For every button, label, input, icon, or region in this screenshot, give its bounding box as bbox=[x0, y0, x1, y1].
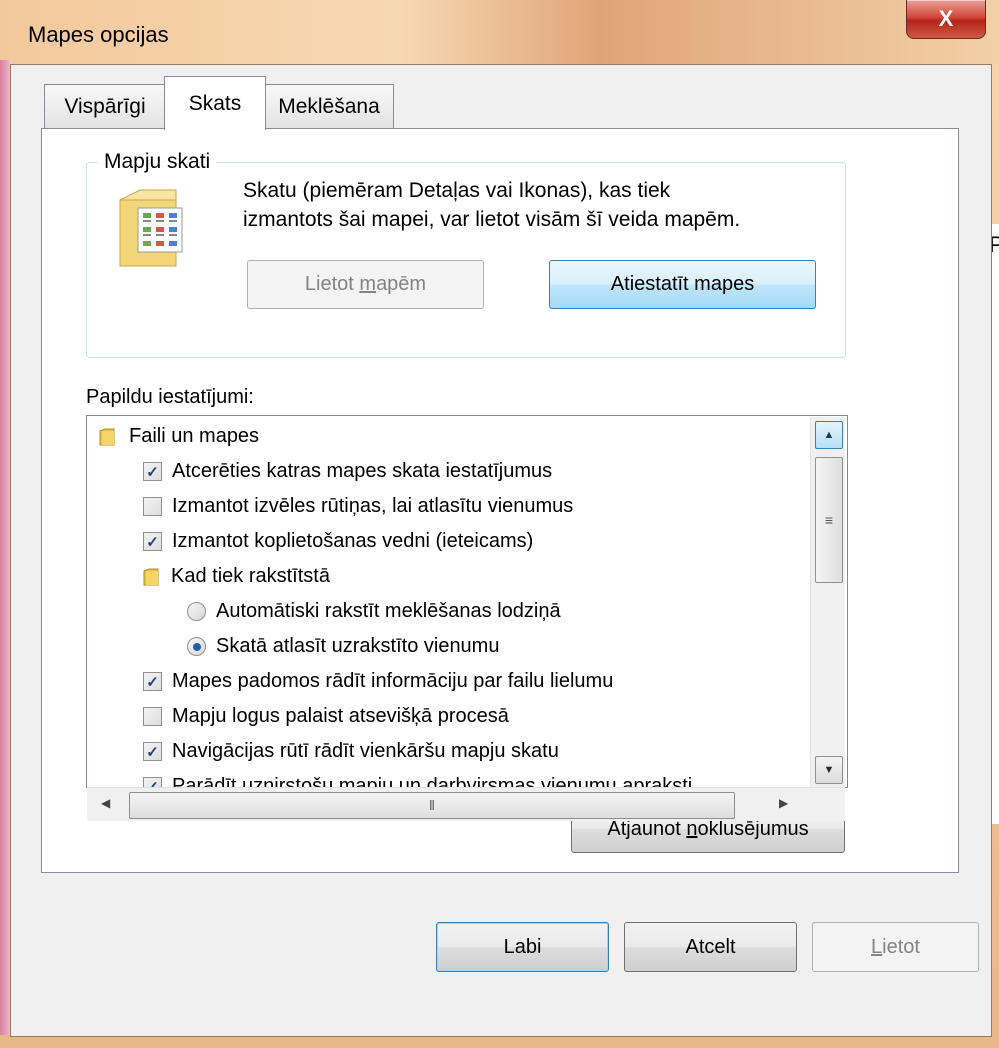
tree-item-label: Mapju logus palaist atsevišķā procesā bbox=[172, 705, 509, 727]
apply-to-folders-button[interactable]: Lietot m apēm bbox=[247, 260, 484, 309]
tree-item-label: Mapes padomos rādīt informāciju par fail… bbox=[172, 670, 614, 692]
vertical-scrollbar[interactable]: ▲ ≡ ▼ bbox=[810, 417, 845, 787]
button-label: Labi bbox=[503, 935, 542, 958]
tree-folder-typing[interactable]: Kad tiek rakstītstā bbox=[143, 559, 330, 594]
tree-item-label: Kad tiek rakstītstā bbox=[171, 565, 330, 587]
list-item[interactable]: Izmantot izvēles rūtiņas, lai atlasītu v… bbox=[143, 489, 573, 524]
tree-item-label: Automātiski rakstīt meklēšanas lodziņā bbox=[216, 600, 561, 622]
checkbox[interactable]: ✓ bbox=[143, 742, 162, 761]
tab-label: Meklēšana bbox=[278, 95, 380, 118]
cancel-button[interactable]: Atcelt bbox=[624, 922, 797, 972]
tree-item-label: Faili un mapes bbox=[129, 425, 260, 447]
checkbox[interactable] bbox=[143, 497, 162, 516]
folder-views-legend: Mapju skati bbox=[98, 150, 217, 174]
apply-button[interactable]: Lietot bbox=[812, 922, 979, 972]
list-item[interactable]: Automātiski rakstīt meklēšanas lodziņā bbox=[187, 594, 561, 629]
list-item[interactable]: ✓ Parādīt uznirstošu mapju un darbvirsma… bbox=[143, 769, 692, 787]
folder-views-description: Skatu (piemēram Detaļas vai Ikonas), kas… bbox=[243, 176, 740, 234]
advanced-settings-label: Papildu iestatījumi: bbox=[86, 386, 254, 408]
tree-folder-files-and-folders[interactable]: Faili un mapes bbox=[99, 419, 259, 454]
radio-button[interactable] bbox=[187, 637, 206, 656]
tab-label: Vispārīgi bbox=[64, 95, 146, 118]
checkbox[interactable]: ✓ bbox=[143, 462, 162, 481]
description-line: Skatu (piemēram Detaļas vai Ikonas), kas… bbox=[243, 179, 671, 202]
list-item[interactable]: Skatā atlasīt uzrakstīto vienumu bbox=[187, 629, 499, 664]
tab-label: Skats bbox=[188, 91, 242, 115]
list-item[interactable]: ✓ Izmantot koplietošanas vedni (ieteicam… bbox=[143, 524, 533, 559]
tab-search[interactable]: Meklēšana bbox=[264, 84, 394, 129]
advanced-settings-tree[interactable]: Faili un mapes ✓ Atcerēties katras mapes… bbox=[86, 415, 848, 788]
radio-button[interactable] bbox=[187, 602, 206, 621]
reset-folders-button[interactable]: Atiestatīt mapes bbox=[549, 260, 816, 309]
button-accel: m bbox=[359, 273, 377, 295]
button-label: Atcelt bbox=[685, 935, 736, 958]
checkbox[interactable] bbox=[143, 707, 162, 726]
button-accel: L bbox=[871, 935, 883, 958]
ok-button[interactable]: Labi bbox=[436, 922, 609, 972]
list-item[interactable]: ✓ Atcerēties katras mapes skata iestatīj… bbox=[143, 454, 552, 489]
scroll-down-button[interactable]: ▼ bbox=[815, 756, 843, 784]
checkbox[interactable]: ✓ bbox=[143, 532, 162, 551]
scroll-right-icon[interactable]: ▶ bbox=[779, 796, 788, 810]
radio-dot bbox=[192, 642, 201, 651]
window-title: Mapes opcijas bbox=[28, 22, 169, 47]
button-label-part: ietot bbox=[882, 935, 920, 958]
list-item[interactable]: ✓ Navigācijas rūtī rādīt vienkāršu mapju… bbox=[143, 734, 559, 769]
close-button[interactable]: X bbox=[906, 0, 986, 39]
checkbox[interactable]: ✓ bbox=[143, 672, 162, 691]
scroll-thumb[interactable]: ≡ bbox=[815, 457, 843, 583]
scroll-up-button[interactable]: ▲ bbox=[815, 421, 843, 449]
list-item[interactable]: Mapju logus palaist atsevišķā procesā bbox=[143, 699, 509, 734]
description-line: izmantots šai mapei, var lietot visām šī… bbox=[243, 208, 741, 231]
tree-item-label: Atcerēties katras mapes skata iestatījum… bbox=[172, 460, 553, 482]
tab-view[interactable]: Skats bbox=[164, 76, 266, 130]
button-label-part: apēm bbox=[376, 273, 427, 295]
tab-general[interactable]: Vispārīgi bbox=[44, 84, 166, 129]
button-label-part: Lietot bbox=[304, 273, 360, 295]
close-icon: X bbox=[938, 6, 954, 31]
tree-item-label: Izmantot izvēles rūtiņas, lai atlasītu v… bbox=[172, 495, 574, 517]
list-item[interactable]: ✓ Mapes padomos rādīt informāciju par fa… bbox=[143, 664, 613, 699]
folder-icon bbox=[99, 428, 115, 445]
tree-item-label: Navigācijas rūtī rādīt vienkāršu mapju s… bbox=[172, 740, 559, 762]
button-label: Atiestatīt mapes bbox=[610, 273, 755, 295]
folder-icon bbox=[143, 568, 159, 585]
horizontal-scrollbar[interactable]: ◀ ⦀ ▶ bbox=[87, 787, 845, 821]
horizontal-scroll-thumb[interactable]: ⦀ bbox=[129, 792, 735, 819]
folder-views-icon bbox=[119, 189, 183, 267]
scroll-left-icon[interactable]: ◀ bbox=[101, 796, 110, 810]
tree-item-label: Izmantot koplietošanas vedni (ieteicams) bbox=[172, 530, 534, 552]
tree-item-label: Skatā atlasīt uzrakstīto vienumu bbox=[216, 635, 500, 657]
